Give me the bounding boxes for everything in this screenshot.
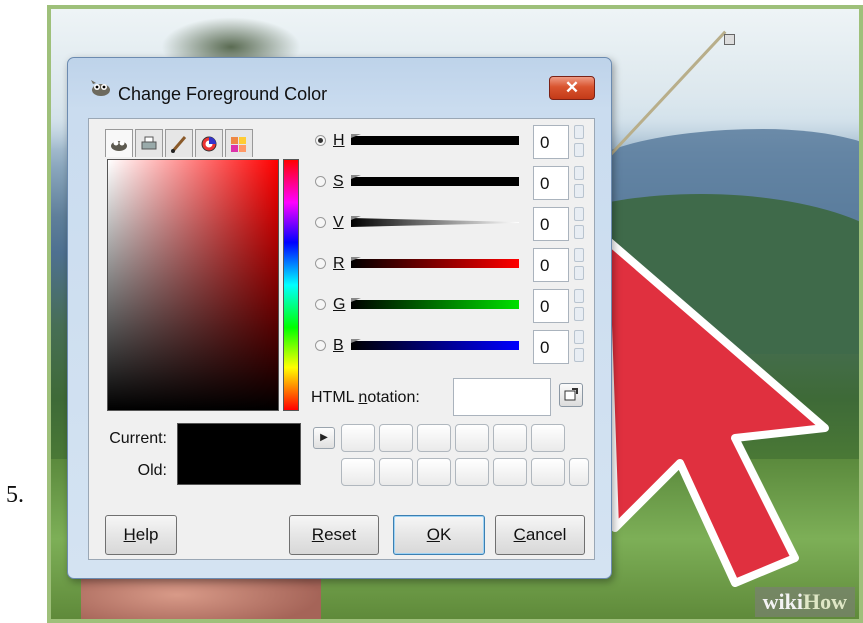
- tab-wheel-selector[interactable]: [195, 129, 223, 157]
- channel-label-h: H: [333, 132, 345, 149]
- close-button[interactable]: ✕: [549, 76, 595, 100]
- channel-row-r: R 0: [311, 248, 591, 282]
- spin-up-icon[interactable]: [574, 289, 584, 303]
- tab-palette-selector[interactable]: [225, 129, 253, 157]
- history-swatch[interactable]: [531, 458, 565, 486]
- channel-row-s: S 0: [311, 166, 591, 200]
- spin-input-r[interactable]: 0: [533, 248, 569, 282]
- help-button[interactable]: Help: [105, 515, 177, 555]
- spin-down-icon[interactable]: [574, 348, 584, 362]
- spin-input-v[interactable]: 0: [533, 207, 569, 241]
- printer-icon: [141, 136, 157, 149]
- radio-v[interactable]: [315, 217, 326, 228]
- history-swatch[interactable]: [493, 424, 527, 452]
- tab-watercolor-selector[interactable]: [165, 129, 193, 157]
- spin-arrows-h[interactable]: [574, 125, 586, 159]
- current-old-color-swatch: [177, 423, 301, 485]
- dialog-title: Change Foreground Color: [118, 84, 328, 104]
- paintbrush-icon: [171, 135, 187, 153]
- radio-s[interactable]: [315, 176, 326, 187]
- history-swatch[interactable]: [531, 424, 565, 452]
- spin-arrows-s[interactable]: [574, 166, 586, 200]
- spin-up-icon[interactable]: [574, 207, 584, 221]
- spin-input-h[interactable]: 0: [533, 125, 569, 159]
- slider-g[interactable]: [351, 298, 519, 311]
- spin-down-icon[interactable]: [574, 307, 584, 321]
- spin-up-icon[interactable]: [574, 248, 584, 262]
- radio-b[interactable]: [315, 340, 326, 351]
- history-swatch[interactable]: [341, 458, 375, 486]
- spin-arrows-v[interactable]: [574, 207, 586, 241]
- history-swatch[interactable]: [493, 458, 527, 486]
- channel-label-g: G: [333, 296, 346, 313]
- spin-down-icon[interactable]: [574, 143, 584, 157]
- radio-r[interactable]: [315, 258, 326, 269]
- channel-label-r: R: [333, 255, 345, 272]
- history-swatch[interactable]: [417, 458, 451, 486]
- change-foreground-color-dialog: Change Foreground Color ✕ Current: Old:: [67, 57, 612, 579]
- slider-h[interactable]: [351, 134, 519, 147]
- history-swatch[interactable]: [341, 424, 375, 452]
- spin-down-icon[interactable]: [574, 266, 584, 280]
- old-label: Old:: [137, 462, 167, 479]
- ok-button[interactable]: OK: [393, 515, 485, 555]
- cancel-button[interactable]: Cancel: [495, 515, 585, 555]
- selector-tabs: [105, 129, 255, 157]
- tab-cmyk-selector[interactable]: [135, 129, 163, 157]
- channel-row-b: B 0: [311, 330, 591, 364]
- spin-arrows-r[interactable]: [574, 248, 586, 282]
- color-wheel-icon: [201, 136, 217, 151]
- radio-h[interactable]: [315, 135, 326, 146]
- spin-up-icon[interactable]: [574, 125, 584, 139]
- spin-arrows-b[interactable]: [574, 330, 586, 364]
- gimp-icon: [111, 140, 127, 151]
- slider-r[interactable]: [351, 257, 519, 270]
- html-notation-label: HTML notation:: [311, 389, 420, 406]
- dialog-content: Current: Old: H 0 S 0 V 0 R 0 G 0 B 0 HT…: [88, 118, 595, 560]
- history-swatch[interactable]: [455, 458, 489, 486]
- spin-input-b[interactable]: 0: [533, 330, 569, 364]
- history-swatch[interactable]: [569, 458, 589, 486]
- transform-handle[interactable]: [724, 34, 735, 45]
- slider-s[interactable]: [351, 175, 519, 188]
- dialog-titlebar[interactable]: Change Foreground Color ✕: [68, 58, 611, 118]
- channel-row-g: G 0: [311, 289, 591, 323]
- radio-g[interactable]: [315, 299, 326, 310]
- saturation-value-area[interactable]: [107, 159, 279, 411]
- hue-strip[interactable]: [283, 159, 299, 411]
- channel-label-s: S: [333, 173, 344, 190]
- channel-row-h: H 0: [311, 125, 591, 159]
- wikihow-watermark: wikiHow: [754, 587, 855, 617]
- slider-b[interactable]: [351, 339, 519, 352]
- spin-arrows-g[interactable]: [574, 289, 586, 323]
- channel-label-b: B: [333, 337, 344, 354]
- channel-row-v: V 0: [311, 207, 591, 241]
- tab-gimp-selector[interactable]: [105, 129, 133, 157]
- reset-button[interactable]: Reset: [289, 515, 379, 555]
- history-swatch[interactable]: [455, 424, 489, 452]
- spin-up-icon[interactable]: [574, 330, 584, 344]
- spin-input-g[interactable]: 0: [533, 289, 569, 323]
- html-notation-input[interactable]: [453, 378, 551, 416]
- palette-icon: [231, 136, 246, 152]
- color-picker-button[interactable]: [559, 383, 583, 407]
- gimp-icon: [91, 80, 110, 96]
- spin-down-icon[interactable]: [574, 184, 584, 198]
- slider-v[interactable]: [351, 216, 519, 229]
- history-swatch[interactable]: [379, 424, 413, 452]
- eyedropper-icon: [564, 388, 578, 401]
- history-swatch[interactable]: [417, 424, 451, 452]
- spin-up-icon[interactable]: [574, 166, 584, 180]
- history-arrow-button[interactable]: ▶: [313, 427, 335, 449]
- current-label: Current:: [109, 430, 167, 447]
- step-number: 5.: [6, 482, 24, 508]
- spin-down-icon[interactable]: [574, 225, 584, 239]
- channel-label-v: V: [333, 214, 344, 231]
- spin-input-s[interactable]: 0: [533, 166, 569, 200]
- history-swatch[interactable]: [379, 458, 413, 486]
